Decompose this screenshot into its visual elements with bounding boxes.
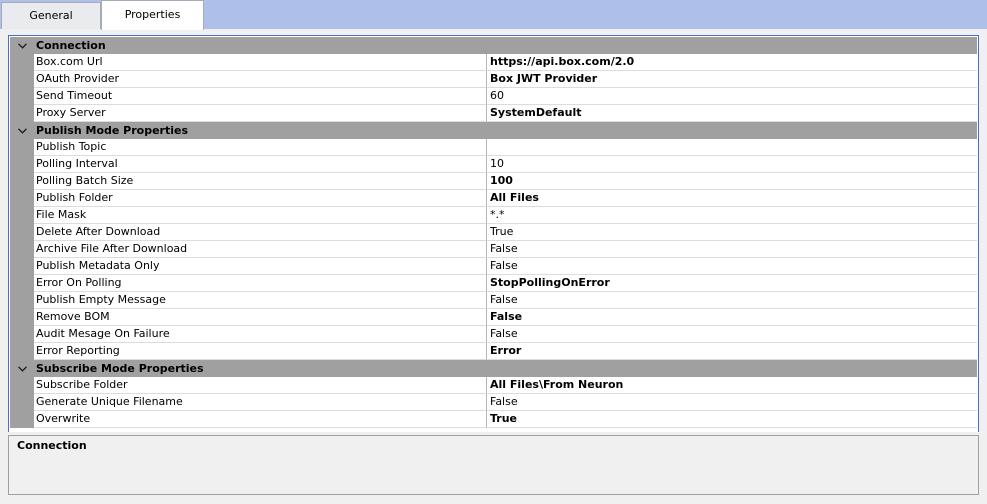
property-row[interactable]: File Mask *.* [10, 207, 977, 224]
property-gutter [10, 394, 34, 411]
property-value[interactable]: StopPollingOnError [487, 275, 977, 292]
property-name[interactable]: Audit Mesage On Failure [34, 326, 487, 343]
property-gutter [10, 411, 34, 428]
property-gutter [10, 105, 34, 122]
property-gutter [10, 139, 34, 156]
chevron-down-icon[interactable] [10, 37, 34, 54]
property-name[interactable]: File Mask [34, 207, 487, 224]
property-name[interactable]: OAuth Provider [34, 71, 487, 88]
tab-properties[interactable]: Properties [101, 0, 204, 30]
property-value[interactable]: False [487, 326, 977, 343]
property-row[interactable]: Publish Topic [10, 139, 977, 156]
property-name[interactable]: Archive File After Download [34, 241, 487, 258]
property-value[interactable]: True [487, 411, 977, 428]
property-row[interactable]: Publish Folder All Files [10, 190, 977, 207]
property-gutter [10, 190, 34, 207]
property-name[interactable]: Error On Polling [34, 275, 487, 292]
property-gutter [10, 377, 34, 394]
property-value[interactable]: 60 [487, 88, 977, 105]
property-value[interactable]: False [487, 292, 977, 309]
property-name[interactable]: Publish Topic [34, 139, 487, 156]
property-grid: Connection Box.com Url https://api.box.com… [8, 35, 979, 433]
property-name[interactable]: Proxy Server [34, 105, 487, 122]
property-name[interactable]: Publish Metadata Only [34, 258, 487, 275]
description-pane: Connection [8, 435, 979, 495]
property-row[interactable]: Polling Batch Size 100 [10, 173, 977, 190]
property-gutter [10, 207, 34, 224]
property-name[interactable]: Generate Unique Filename [34, 394, 487, 411]
property-name[interactable]: Remove BOM [34, 309, 487, 326]
property-name[interactable]: Overwrite [34, 411, 487, 428]
property-gutter [10, 326, 34, 343]
property-value[interactable]: SystemDefault [487, 105, 977, 122]
property-grid-rows: Connection Box.com Url https://api.box.com… [10, 37, 977, 428]
property-row[interactable]: Box.com Url https://api.box.com/2.0 [10, 54, 977, 71]
chevron-down-icon[interactable] [10, 122, 34, 139]
category-row[interactable]: Publish Mode Properties [10, 122, 977, 139]
property-value[interactable]: False [487, 309, 977, 326]
property-row[interactable]: Proxy Server SystemDefault [10, 105, 977, 122]
property-gutter [10, 258, 34, 275]
property-row[interactable]: Error Reporting Error [10, 343, 977, 360]
property-value[interactable]: False [487, 241, 977, 258]
property-row[interactable]: Archive File After Download False [10, 241, 977, 258]
property-name[interactable]: Error Reporting [34, 343, 487, 360]
property-name[interactable]: Subscribe Folder [34, 377, 487, 394]
property-gutter [10, 241, 34, 258]
property-value[interactable]: Error [487, 343, 977, 360]
property-value[interactable] [487, 139, 977, 156]
property-row[interactable]: Audit Mesage On Failure False [10, 326, 977, 343]
category-row[interactable]: Subscribe Mode Properties [10, 360, 977, 377]
property-row[interactable]: Error On Polling StopPollingOnError [10, 275, 977, 292]
property-gutter [10, 71, 34, 88]
property-gutter [10, 54, 34, 71]
property-gutter [10, 173, 34, 190]
property-gutter [10, 156, 34, 173]
property-name[interactable]: Polling Interval [34, 156, 487, 173]
property-value[interactable]: False [487, 258, 977, 275]
property-row[interactable]: Send Timeout 60 [10, 88, 977, 105]
property-row[interactable]: Publish Empty Message False [10, 292, 977, 309]
property-gutter [10, 343, 34, 360]
property-row[interactable]: Generate Unique Filename False [10, 394, 977, 411]
property-row[interactable]: Delete After Download True [10, 224, 977, 241]
property-value[interactable]: All Files\From Neuron [487, 377, 977, 394]
tab-strip: General Properties [0, 0, 987, 30]
category-row[interactable]: Connection [10, 37, 977, 54]
property-row[interactable]: Polling Interval 10 [10, 156, 977, 173]
property-name[interactable]: Delete After Download [34, 224, 487, 241]
property-gutter [10, 224, 34, 241]
property-gutter [10, 275, 34, 292]
category-label: Publish Mode Properties [36, 124, 189, 137]
property-value[interactable]: 10 [487, 156, 977, 173]
property-row[interactable]: Overwrite True [10, 411, 977, 428]
property-name[interactable]: Box.com Url [34, 54, 487, 71]
property-value[interactable]: *.* [487, 207, 977, 224]
property-value[interactable]: Box JWT Provider [487, 71, 977, 88]
property-name[interactable]: Publish Folder [34, 190, 487, 207]
property-value[interactable]: False [487, 394, 977, 411]
property-value[interactable]: All Files [487, 190, 977, 207]
property-row[interactable]: Subscribe Folder All Files\From Neuron [10, 377, 977, 394]
property-gutter [10, 88, 34, 105]
tab-general[interactable]: General [1, 2, 101, 29]
property-gutter [10, 309, 34, 326]
property-value[interactable]: https://api.box.com/2.0 [487, 54, 977, 71]
property-row[interactable]: Remove BOM False [10, 309, 977, 326]
category-label: Connection [36, 39, 106, 52]
description-title: Connection [17, 439, 87, 452]
chevron-down-icon[interactable] [10, 360, 34, 377]
property-value[interactable]: 100 [487, 173, 977, 190]
property-row[interactable]: Publish Metadata Only False [10, 258, 977, 275]
property-name[interactable]: Polling Batch Size [34, 173, 487, 190]
property-name[interactable]: Publish Empty Message [34, 292, 487, 309]
property-name[interactable]: Send Timeout [34, 88, 487, 105]
property-value[interactable]: True [487, 224, 977, 241]
category-label: Subscribe Mode Properties [36, 362, 204, 375]
property-gutter [10, 292, 34, 309]
property-row[interactable]: OAuth Provider Box JWT Provider [10, 71, 977, 88]
